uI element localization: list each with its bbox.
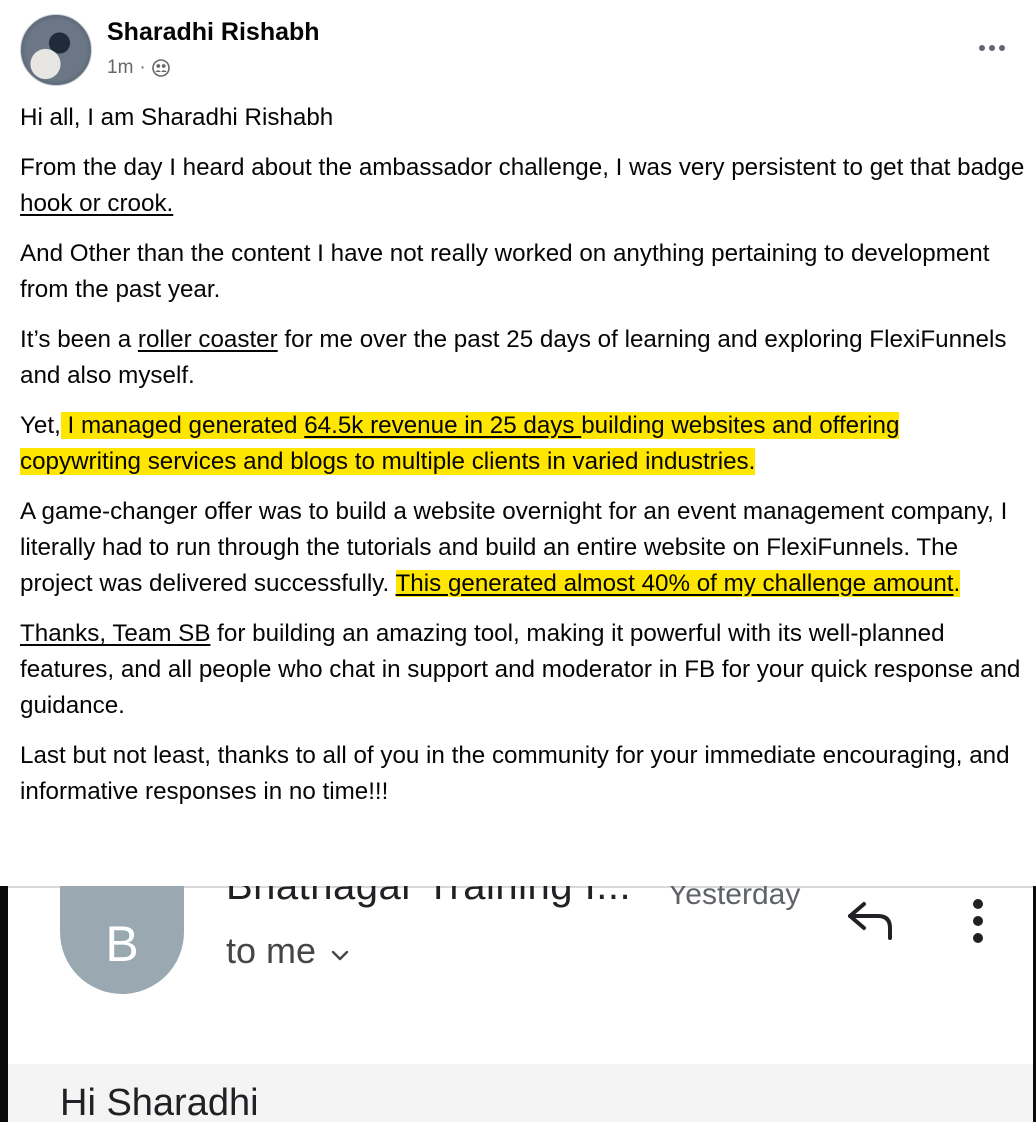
author-avatar[interactable] <box>20 14 92 86</box>
revenue-link[interactable]: 64.5k revenue in 25 days <box>304 412 581 439</box>
recipient-line[interactable]: to me <box>226 930 350 972</box>
paragraph-4: It’s been a roller coaster for me over t… <box>20 322 1025 394</box>
recipient-text: to me <box>226 930 317 971</box>
paragraph-5: Yet, I managed generated 64.5k revenue i… <box>20 408 1025 480</box>
email-greeting: Hi Sharadhi <box>60 1082 259 1122</box>
highlight-challenge: This generated almost 40% of my challeng… <box>395 570 961 597</box>
paragraph-8: Last but not least, thanks to all of you… <box>20 742 1010 805</box>
highlight-end: . <box>953 570 961 597</box>
paragraph-1: Hi all, I am Sharadhi Rishabh <box>20 104 334 131</box>
sender-name: Bhatnagar Training I... <box>226 886 632 908</box>
paragraph-4-text-a: It’s been a <box>20 326 138 353</box>
post-time[interactable]: 1m <box>107 57 133 79</box>
post-meta: 1m · <box>107 57 170 79</box>
sender-avatar: B <box>60 886 184 994</box>
reply-icon[interactable] <box>844 898 896 942</box>
more-options-icon[interactable] <box>972 36 1012 60</box>
meta-separator: · <box>139 57 146 78</box>
paragraph-3: And Other than the content I have not re… <box>20 240 990 303</box>
highlight-text-a: I managed generated <box>60 412 305 439</box>
email-screenshot: B Bhatnagar Training I... Yesterday to m… <box>0 886 1036 1122</box>
author-name[interactable]: Sharadhi Rishabh <box>107 18 320 47</box>
paragraph-2-text: From the day I heard about the ambassado… <box>20 154 1025 181</box>
email-time: Yesterday <box>668 886 801 911</box>
chevron-down-icon[interactable] <box>330 930 350 972</box>
hook-or-crook-link[interactable]: hook or crook. <box>20 190 173 217</box>
paragraph-7: Thanks, Team SB for building an amazing … <box>20 616 1025 724</box>
group-icon[interactable] <box>151 59 170 77</box>
highlight-revenue: I managed generated 64.5k revenue in 25 … <box>20 412 900 475</box>
paragraph-5-text: Yet, <box>20 412 61 439</box>
team-sb-link[interactable]: Thanks, Team SB <box>20 620 210 647</box>
facebook-post: Sharadhi Rishabh 1m · Hi all, I am Shara… <box>0 0 1036 886</box>
post-body: Hi all, I am Sharadhi Rishabh From the d… <box>20 100 1025 824</box>
kebab-menu-icon[interactable] <box>966 896 990 946</box>
paragraph-2: From the day I heard about the ambassado… <box>20 150 1025 222</box>
challenge-amount-link[interactable]: This generated almost 40% of my challeng… <box>396 570 954 597</box>
paragraph-6: A game-changer offer was to build a webs… <box>20 494 1025 602</box>
roller-coaster-link[interactable]: roller coaster <box>138 326 278 353</box>
